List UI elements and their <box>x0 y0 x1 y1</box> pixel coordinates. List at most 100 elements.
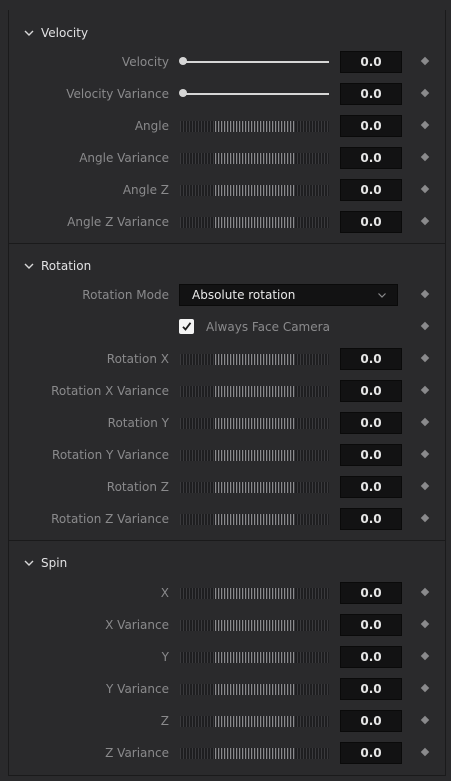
value-field[interactable]: 0.0 <box>340 412 402 434</box>
value-field[interactable]: 0.0 <box>340 380 402 402</box>
section-title-rotation: Rotation <box>41 259 92 273</box>
thumbwheel-control[interactable] <box>180 482 329 493</box>
chevron-down-icon[interactable] <box>23 260 35 272</box>
param-label: Rotation Y Variance <box>52 448 169 462</box>
param-row-angle-z-variance: Angle Z Variance 0.0 <box>9 211 445 233</box>
value-field[interactable]: 0.0 <box>340 678 402 700</box>
param-label: Y Variance <box>106 682 169 696</box>
value-field[interactable]: 0.0 <box>340 348 402 370</box>
rotation-mode-dropdown[interactable]: Absolute rotation <box>179 284 398 306</box>
keyframe-diamond-icon[interactable] <box>420 385 430 395</box>
value-field[interactable]: 0.0 <box>340 614 402 636</box>
thumbwheel-control[interactable] <box>180 354 329 365</box>
param-row-rotation-z-variance: Rotation Z Variance 0.0 <box>9 508 445 530</box>
value-field[interactable]: 0.0 <box>340 115 402 137</box>
thumbwheel-control[interactable] <box>180 620 329 631</box>
param-label: Rotation X Variance <box>51 384 169 398</box>
param-label: Rotation Mode <box>82 288 169 302</box>
keyframe-diamond-icon[interactable] <box>420 289 430 299</box>
thumbwheel-control[interactable] <box>180 450 329 461</box>
keyframe-diamond-icon[interactable] <box>420 747 430 757</box>
keyframe-diamond-icon[interactable] <box>420 321 430 331</box>
chevron-down-icon[interactable] <box>23 27 35 39</box>
param-label: Z <box>160 714 169 728</box>
param-row-spin-z: Z 0.0 <box>9 710 445 732</box>
keyframe-diamond-icon[interactable] <box>420 56 430 66</box>
param-label: Rotation Z Variance <box>51 512 169 526</box>
keyframe-diamond-icon[interactable] <box>420 513 430 523</box>
keyframe-diamond-icon[interactable] <box>420 152 430 162</box>
chevron-down-icon <box>377 290 387 300</box>
param-label: Angle Z <box>122 183 169 197</box>
param-row-rotation-x: Rotation X 0.0 <box>9 348 445 370</box>
param-row-spin-z-variance: Z Variance 0.0 <box>9 742 445 764</box>
checkbox-label: Always Face Camera <box>206 320 330 334</box>
keyframe-diamond-icon[interactable] <box>420 353 430 363</box>
keyframe-diamond-icon[interactable] <box>420 587 430 597</box>
keyframe-diamond-icon[interactable] <box>420 651 430 661</box>
value-field[interactable]: 0.0 <box>340 710 402 732</box>
param-row-velocity-variance: Velocity Variance 0.0 <box>9 83 445 105</box>
thumbwheel-control[interactable] <box>180 748 329 759</box>
thumbwheel-control[interactable] <box>180 217 329 228</box>
param-row-angle-z: Angle Z 0.0 <box>9 179 445 201</box>
keyframe-diamond-icon[interactable] <box>420 715 430 725</box>
thumbwheel-control[interactable] <box>180 652 329 663</box>
param-label: Rotation X <box>106 352 169 366</box>
value-field[interactable]: 0.0 <box>340 582 402 604</box>
keyframe-diamond-icon[interactable] <box>420 683 430 693</box>
thumbwheel-control[interactable] <box>180 418 329 429</box>
section-header-velocity[interactable]: Velocity <box>9 22 445 44</box>
keyframe-diamond-icon[interactable] <box>420 216 430 226</box>
value-field[interactable]: 0.0 <box>340 83 402 105</box>
param-row-rotation-x-variance: Rotation X Variance 0.0 <box>9 380 445 402</box>
keyframe-diamond-icon[interactable] <box>420 88 430 98</box>
param-row-rotation-y-variance: Rotation Y Variance 0.0 <box>9 444 445 466</box>
keyframe-diamond-icon[interactable] <box>420 449 430 459</box>
thumbwheel-control[interactable] <box>180 588 329 599</box>
param-label: X <box>160 586 169 600</box>
param-label: Angle <box>134 119 169 133</box>
inspector-panel: Velocity Velocity 0.0 Velocity Variance … <box>8 10 446 776</box>
thumbwheel-control[interactable] <box>180 386 329 397</box>
param-row-angle: Angle 0.0 <box>9 115 445 137</box>
thumbwheel-control[interactable] <box>180 153 329 164</box>
checkmark-icon <box>182 322 192 331</box>
value-field[interactable]: 0.0 <box>340 444 402 466</box>
value-field[interactable]: 0.0 <box>340 179 402 201</box>
param-row-spin-x-variance: X Variance 0.0 <box>9 614 445 636</box>
param-label: Velocity Variance <box>66 87 169 101</box>
chevron-down-icon[interactable] <box>23 557 35 569</box>
thumbwheel-control[interactable] <box>180 121 329 132</box>
value-field[interactable]: 0.0 <box>340 646 402 668</box>
thumbwheel-control[interactable] <box>180 716 329 727</box>
value-field[interactable]: 0.0 <box>340 147 402 169</box>
value-field[interactable]: 0.0 <box>340 51 402 73</box>
keyframe-diamond-icon[interactable] <box>420 184 430 194</box>
dropdown-value: Absolute rotation <box>192 288 296 302</box>
param-label: Angle Variance <box>79 151 169 165</box>
thumbwheel-control[interactable] <box>180 684 329 695</box>
section-header-spin[interactable]: Spin <box>9 552 445 574</box>
value-field[interactable]: 0.0 <box>340 508 402 530</box>
section-header-rotation[interactable]: Rotation <box>9 255 445 277</box>
keyframe-diamond-icon[interactable] <box>420 481 430 491</box>
slider-track[interactable] <box>186 93 329 95</box>
thumbwheel-control[interactable] <box>180 185 329 196</box>
param-label: X Variance <box>105 618 169 632</box>
keyframe-diamond-icon[interactable] <box>420 417 430 427</box>
always-face-camera-checkbox[interactable] <box>179 319 194 334</box>
param-row-spin-y-variance: Y Variance 0.0 <box>9 678 445 700</box>
value-field[interactable]: 0.0 <box>340 742 402 764</box>
value-field[interactable]: 0.0 <box>340 476 402 498</box>
keyframe-diamond-icon[interactable] <box>420 619 430 629</box>
section-title-spin: Spin <box>41 556 68 570</box>
param-row-rotation-y: Rotation Y 0.0 <box>9 412 445 434</box>
param-row-rotation-z: Rotation Z 0.0 <box>9 476 445 498</box>
value-field[interactable]: 0.0 <box>340 211 402 233</box>
section-divider <box>9 243 445 244</box>
param-row-rotation-mode: Rotation Mode Absolute rotation <box>9 284 445 306</box>
keyframe-diamond-icon[interactable] <box>420 120 430 130</box>
slider-track[interactable] <box>186 61 329 63</box>
thumbwheel-control[interactable] <box>180 514 329 525</box>
